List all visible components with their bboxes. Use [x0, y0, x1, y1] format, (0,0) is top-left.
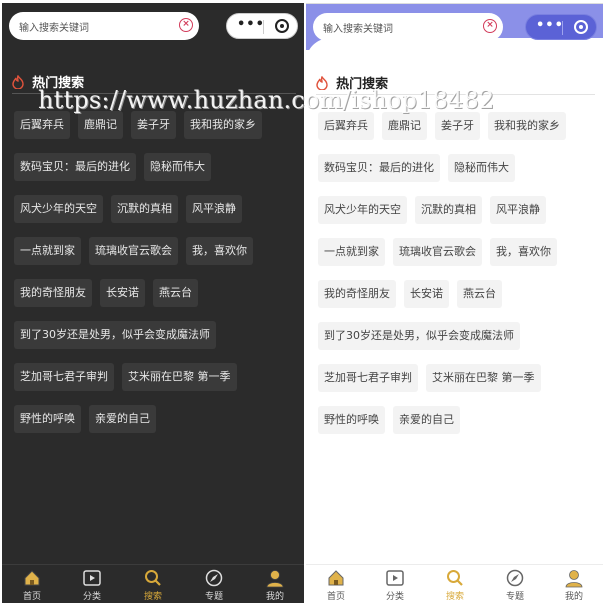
tab-category-label: 分类: [385, 592, 404, 602]
tab-home[interactable]: 首页: [2, 568, 62, 602]
hot-tag[interactable]: 亲爱的自己: [393, 406, 460, 434]
hot-tag[interactable]: 我和我的家乡: [488, 112, 566, 140]
hot-tag[interactable]: 我的奇怪朋友: [318, 280, 396, 308]
tab-mine[interactable]: 我的: [245, 568, 304, 602]
search-icon: [447, 570, 463, 586]
hot-tag[interactable]: 到了30岁还是处男，似乎会变成魔法师: [318, 322, 520, 350]
more-icon[interactable]: •••: [237, 17, 265, 32]
capsule-divider: [562, 21, 563, 35]
search-input[interactable]: 输入搜索关键词 ×: [9, 12, 199, 40]
tab-category-label: 分类: [82, 592, 101, 602]
hot-tag[interactable]: 沉默的真相: [111, 195, 178, 223]
hot-tag[interactable]: 艾米丽在巴黎 第一季: [122, 363, 237, 391]
hot-tag[interactable]: 风犬少年的天空: [318, 196, 407, 224]
hot-tag[interactable]: 风犬少年的天空: [14, 195, 103, 223]
tab-topic[interactable]: 专题: [184, 568, 244, 602]
tab-category[interactable]: 分类: [62, 568, 122, 602]
hot-tag[interactable]: 一点就到家: [318, 238, 385, 266]
hot-tag[interactable]: 燕云台: [457, 280, 502, 308]
mini-program-capsule: •••: [226, 13, 298, 39]
tab-topic-label: 专题: [505, 592, 524, 602]
hot-tag[interactable]: 野性的呼唤: [318, 406, 385, 434]
hot-tag[interactable]: 我的奇怪朋友: [14, 279, 92, 307]
play-icon: [386, 570, 404, 586]
hot-tag[interactable]: 姜子牙: [435, 112, 480, 140]
compass-icon: [506, 569, 524, 587]
user-icon: [565, 570, 583, 588]
search-input[interactable]: 输入搜索关键词 ×: [313, 13, 503, 41]
compass-icon: [205, 569, 223, 587]
hot-tag[interactable]: 芝加哥七君子审判: [318, 364, 418, 392]
tab-category[interactable]: 分类: [365, 568, 425, 602]
tab-home-label: 首页: [22, 592, 41, 602]
tab-mine-label: 我的: [564, 592, 583, 602]
hot-tag[interactable]: 琉璃收官云歌会: [393, 238, 482, 266]
hot-tag[interactable]: 隐秘而伟大: [144, 153, 211, 181]
hot-tag[interactable]: 芝加哥七君子审判: [14, 363, 114, 391]
hot-tag[interactable]: 到了30岁还是处男，似乎会变成魔法师: [14, 321, 216, 349]
clear-icon[interactable]: ×: [179, 18, 193, 32]
search-icon: [145, 570, 161, 586]
hot-tag[interactable]: 鹿鼎记: [78, 111, 123, 139]
mini-program-capsule: •••: [525, 14, 597, 40]
close-target-icon[interactable]: [275, 19, 289, 33]
tab-mine-label: 我的: [265, 592, 284, 602]
hot-tag[interactable]: 后翼弃兵: [318, 112, 374, 140]
flame-icon: [12, 74, 24, 89]
more-icon[interactable]: •••: [536, 18, 564, 33]
hot-tag[interactable]: 一点就到家: [14, 237, 81, 265]
capsule-divider: [263, 20, 264, 34]
hot-tag[interactable]: 亲爱的自己: [89, 405, 156, 433]
search-placeholder: 输入搜索关键词: [19, 23, 89, 34]
tab-topic-label: 专题: [204, 592, 223, 602]
hot-tag[interactable]: 沉默的真相: [415, 196, 482, 224]
tab-mine[interactable]: 我的: [544, 568, 603, 602]
tab-search-label: 搜索: [445, 592, 464, 602]
watermark-text: https://www.huzhan.com/ishop18482: [38, 86, 495, 114]
hot-tag[interactable]: 我，喜欢你: [490, 238, 557, 266]
hot-tag[interactable]: 后翼弃兵: [14, 111, 70, 139]
hot-tag[interactable]: 长安诺: [404, 280, 449, 308]
tab-search[interactable]: 搜索: [425, 568, 485, 602]
hot-tag[interactable]: 我，喜欢你: [186, 237, 253, 265]
hot-tag-list: 后翼弃兵 鹿鼎记 姜子牙 我和我的家乡 数码宝贝：最后的进化 隐秘而伟大 风犬少年的天空…: [14, 111, 298, 447]
tab-search-label: 搜索: [143, 592, 162, 602]
search-placeholder: 输入搜索关键词: [323, 24, 393, 35]
hot-tag[interactable]: 燕云台: [153, 279, 198, 307]
play-icon: [83, 570, 101, 586]
home-icon: [24, 570, 40, 586]
close-target-icon[interactable]: [574, 20, 588, 34]
home-icon: [328, 570, 344, 586]
clear-icon[interactable]: ×: [483, 19, 497, 33]
hot-tag[interactable]: 琉璃收官云歌会: [89, 237, 178, 265]
tab-search[interactable]: 搜索: [123, 568, 183, 602]
hot-tag[interactable]: 隐秘而伟大: [448, 154, 515, 182]
hot-tag[interactable]: 风平浪静: [490, 196, 546, 224]
hot-tag[interactable]: 鹿鼎记: [382, 112, 427, 140]
hot-tag-list: 后翼弃兵 鹿鼎记 姜子牙 我和我的家乡 数码宝贝：最后的进化 隐秘而伟大 风犬少年的天空…: [318, 112, 597, 448]
tab-bar: 首页 分类 搜索 专题 我的: [2, 564, 304, 603]
hot-tag[interactable]: 姜子牙: [131, 111, 176, 139]
hot-tag[interactable]: 风平浪静: [186, 195, 242, 223]
tab-home[interactable]: 首页: [306, 568, 366, 602]
hot-tag[interactable]: 艾米丽在巴黎 第一季: [426, 364, 541, 392]
tab-bar: 首页 分类 搜索 专题 我的: [306, 564, 603, 603]
hot-tag[interactable]: 数码宝贝：最后的进化: [318, 154, 440, 182]
hot-tag[interactable]: 长安诺: [100, 279, 145, 307]
hot-tag[interactable]: 数码宝贝：最后的进化: [14, 153, 136, 181]
hot-tag[interactable]: 野性的呼唤: [14, 405, 81, 433]
user-icon: [266, 570, 284, 588]
tab-home-label: 首页: [326, 592, 345, 602]
hot-tag[interactable]: 我和我的家乡: [184, 111, 262, 139]
tab-topic[interactable]: 专题: [485, 568, 545, 602]
